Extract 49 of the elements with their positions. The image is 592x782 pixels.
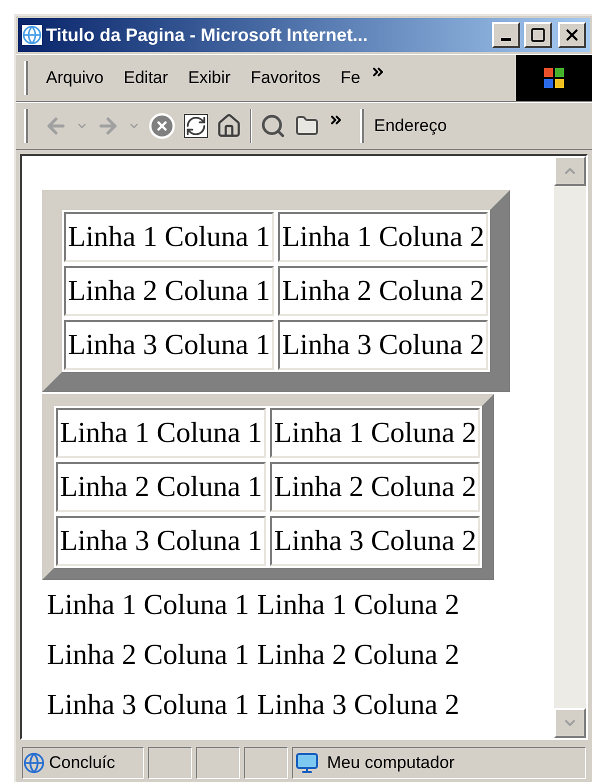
address-label: Endereço (374, 115, 447, 138)
search-icon[interactable] (260, 113, 286, 139)
table-cell: Linha 1 Coluna 2 (278, 212, 488, 262)
refresh-icon[interactable] (184, 114, 208, 138)
table-cell: Linha 3 Coluna 1 (56, 516, 266, 566)
scroll-down-button[interactable] (554, 708, 586, 738)
maximize-icon (530, 27, 546, 43)
minimize-button[interactable] (492, 22, 520, 48)
computer-icon (295, 751, 319, 775)
scrollbar[interactable] (554, 156, 586, 738)
table-cell-text: Linha 2 Coluna 2 (256, 638, 460, 673)
menu-item[interactable]: Favoritos (240, 65, 330, 91)
table-cell: Linha 3 Coluna 2 (278, 320, 488, 370)
window-title: Titulo da Pagina - Microsoft Internet... (46, 24, 369, 47)
home-icon[interactable] (216, 113, 242, 139)
status-text: Concluíc (49, 752, 116, 774)
toolbar-grip[interactable] (24, 109, 28, 143)
table-cell-text: Linha 2 Coluna 1 (46, 638, 250, 673)
table-cell: Linha 1 Coluna 1 (64, 212, 274, 262)
maximize-button[interactable] (524, 22, 552, 48)
table-cell: Linha 2 Coluna 1 (56, 462, 266, 512)
table-cell: Linha 2 Coluna 2 (278, 266, 488, 316)
table-cell-text: Linha 1 Coluna 1 (46, 588, 250, 623)
minimize-icon (501, 38, 511, 41)
status-panel (148, 747, 192, 779)
table-cell: Linha 2 Coluna 1 (64, 266, 274, 316)
table-cell: Linha 1 Coluna 2 (270, 408, 480, 458)
table-cell-text: Linha 3 Coluna 1 (46, 688, 250, 723)
menu-item[interactable]: Exibir (178, 65, 241, 91)
folder-icon[interactable] (294, 114, 320, 138)
page-icon (23, 752, 45, 774)
menu-item[interactable]: Arquivo (36, 65, 114, 91)
table-cell: Linha 3 Coluna 1 (64, 320, 274, 370)
table-cell: Linha 1 Coluna 1 (56, 408, 266, 458)
close-button[interactable] (558, 22, 586, 48)
browser-icon (22, 25, 42, 45)
table-cell-text: Linha 3 Coluna 2 (256, 688, 460, 723)
status-panel (196, 747, 240, 779)
scroll-up-button[interactable] (554, 156, 586, 186)
table-cell: Linha 3 Coluna 2 (270, 516, 480, 566)
toolbar-grip[interactable] (360, 109, 364, 143)
menu-item[interactable]: Fe (330, 65, 370, 91)
table-cell: Linha 2 Coluna 2 (270, 462, 480, 512)
zone-text: Meu computador (327, 752, 455, 774)
stop-icon[interactable] (148, 112, 176, 140)
status-panel (244, 747, 288, 779)
menu-item[interactable]: Editar (114, 65, 178, 91)
table-cell-text: Linha 1 Coluna 2 (256, 588, 460, 623)
toolbar-grip[interactable] (24, 61, 28, 95)
